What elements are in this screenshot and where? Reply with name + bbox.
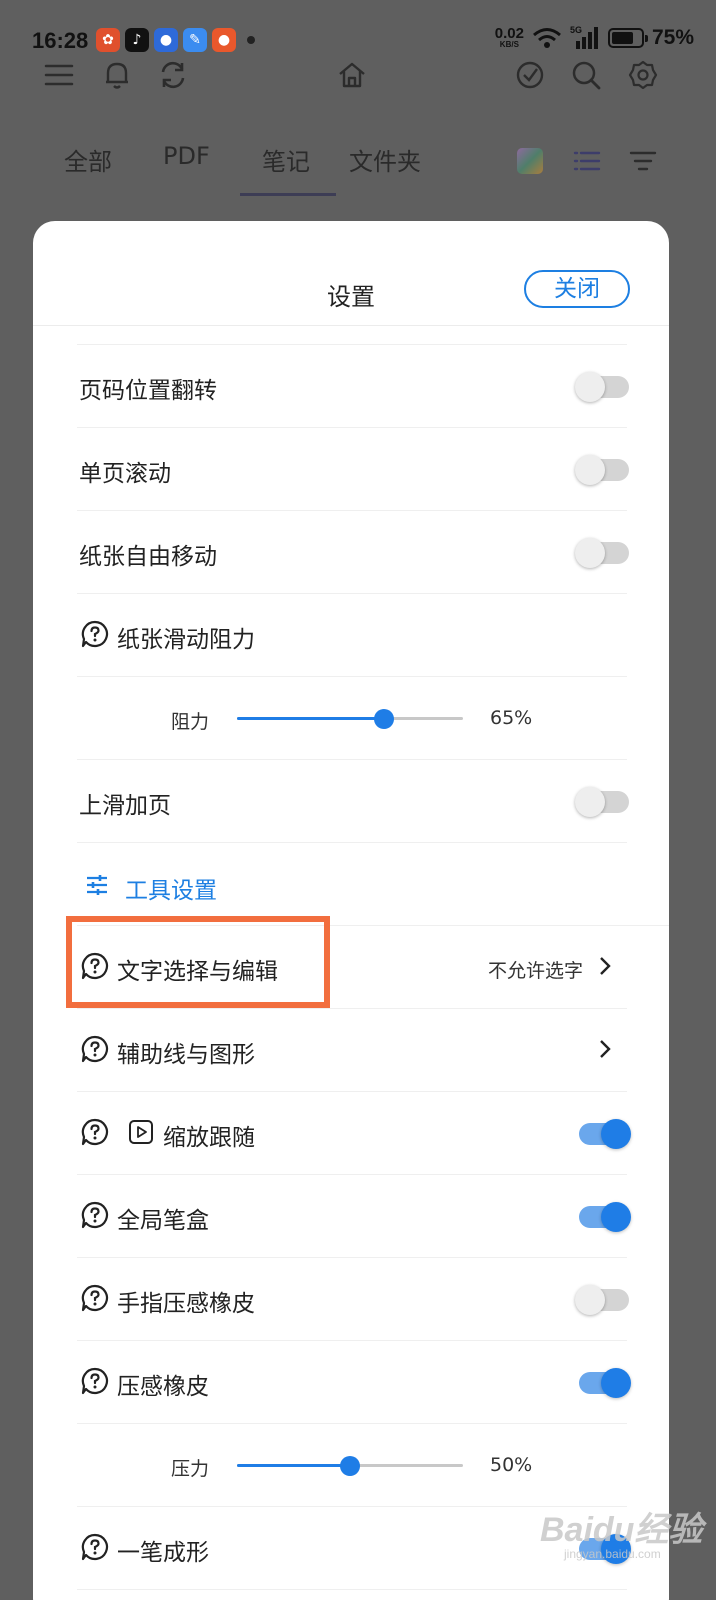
setting-label: 全局笔盒 (117, 1208, 209, 1234)
setting-label: 纸张自由移动 (79, 544, 217, 570)
sort-filter-icon[interactable] (628, 146, 658, 176)
battery-percent: 75% (651, 26, 694, 49)
taobao-icon: ● (212, 28, 236, 52)
zoom-follow-toggle[interactable] (575, 1119, 631, 1149)
help-icon[interactable] (81, 1284, 109, 1312)
slider-fill (237, 1464, 350, 1467)
search-icon[interactable] (569, 58, 603, 92)
setting-global-pen-box[interactable]: 全局笔盒 (77, 1175, 631, 1258)
section-title: 工具设置 (125, 878, 217, 904)
help-icon[interactable] (81, 1118, 109, 1146)
setting-zoom-follow[interactable]: 缩放跟随 (77, 1092, 631, 1175)
more-notifications-icon (247, 36, 255, 44)
setting-swipe-up-add-page[interactable]: 上滑加页 (77, 760, 629, 843)
status-time: 16:28 (32, 28, 89, 53)
settings-dialog: 设置 关闭 页码位置翻转 单页滚动 纸张自由移动 纸张滑动阻力 阻力 65% 上… (33, 221, 669, 1600)
setting-label: 上滑加页 (79, 793, 171, 819)
slider-label: 阻力 (171, 711, 210, 733)
tab-notes[interactable]: 笔记 (262, 142, 310, 177)
network-speed: 0.02 KB/S (494, 24, 524, 49)
dialog-header: 设置 关闭 (33, 221, 669, 326)
color-palette-icon[interactable] (515, 146, 545, 176)
setting-label: 单页滚动 (79, 461, 171, 487)
baidu-watermark: Baidu经验 jingyan.baidu.com (540, 1511, 703, 1561)
resistance-slider-row: 阻力 65% (77, 677, 627, 760)
setting-paper-slide-resistance: 纸张滑动阻力 (77, 594, 627, 677)
finger-pressure-eraser-toggle[interactable] (575, 1285, 631, 1315)
setting-label: 压感橡皮 (117, 1374, 209, 1400)
help-icon[interactable] (81, 1201, 109, 1229)
video-tutorial-icon[interactable] (129, 1120, 153, 1144)
tab-all[interactable]: 全部 (64, 142, 112, 177)
setting-pressure-eraser[interactable]: 压感橡皮 (77, 1341, 631, 1424)
close-button[interactable]: 关闭 (524, 270, 630, 308)
paper-free-move-toggle[interactable] (575, 538, 631, 568)
list-view-icon[interactable] (572, 146, 602, 176)
sliders-icon (87, 875, 107, 895)
setting-label: 页码位置翻转 (79, 378, 217, 404)
active-tab-indicator (240, 193, 336, 196)
battery-icon (607, 28, 648, 48)
setting-guides-shapes[interactable]: 辅助线与图形 (77, 1009, 627, 1092)
setting-page-number-flip[interactable]: 页码位置翻转 (77, 345, 629, 428)
chevron-right-icon (600, 1040, 611, 1058)
tab-folders[interactable]: 文件夹 (349, 142, 421, 177)
slider-thumb[interactable] (373, 709, 394, 729)
setting-value: 不允许选字 (487, 960, 583, 982)
setting-label: 辅助线与图形 (117, 1042, 255, 1068)
home-icon[interactable] (335, 58, 369, 92)
notification-icons: ✿ ♪ ● ✎ ● (96, 28, 255, 52)
page-number-flip-toggle[interactable] (575, 372, 631, 402)
pressure-slider[interactable] (237, 1456, 463, 1476)
tiktok-icon: ♪ (125, 28, 149, 52)
swipe-up-add-page-toggle[interactable] (575, 787, 631, 817)
slider-thumb[interactable] (340, 1456, 360, 1476)
check-circle-icon[interactable] (513, 58, 547, 92)
setting-label: 手指压感橡皮 (117, 1291, 255, 1317)
app-toolbar (0, 52, 716, 102)
help-icon[interactable] (81, 620, 109, 648)
slider-value: 65% (490, 707, 533, 729)
setting-paper-free-move[interactable]: 纸张自由移动 (77, 511, 629, 594)
help-icon[interactable] (81, 1533, 109, 1561)
setting-single-page-scroll[interactable]: 单页滚动 (77, 428, 629, 511)
chevron-right-icon (600, 957, 611, 975)
slider-label: 压力 (171, 1458, 210, 1480)
menu-icon[interactable] (42, 58, 76, 92)
slider-value: 50% (490, 1454, 533, 1476)
help-icon[interactable] (81, 1035, 109, 1063)
pressure-slider-row: 压力 50% (77, 1424, 627, 1507)
single-page-scroll-toggle[interactable] (575, 455, 631, 485)
global-pen-box-toggle[interactable] (575, 1202, 631, 1232)
baidu-icon: ● (154, 28, 178, 52)
section-tool-settings: 工具设置 (77, 843, 669, 926)
setting-label: 缩放跟随 (163, 1125, 255, 1151)
app-notification-icon: ✿ (96, 28, 120, 52)
signal-icon: 5G (570, 25, 600, 49)
notes-app-icon: ✎ (183, 28, 207, 52)
setting-finger-pressure-eraser[interactable]: 手指压感橡皮 (77, 1258, 629, 1341)
setting-label: 一笔成形 (117, 1540, 209, 1566)
gear-icon[interactable] (626, 58, 660, 92)
slider-fill (237, 717, 384, 720)
wifi-icon (533, 28, 561, 48)
pressure-eraser-toggle[interactable] (575, 1368, 631, 1398)
document-tabs: 全部 PDF 笔记 文件夹 (0, 130, 716, 200)
resistance-slider[interactable] (237, 709, 463, 729)
sync-icon[interactable] (156, 58, 190, 92)
tab-pdf[interactable]: PDF (163, 142, 210, 170)
bell-icon[interactable] (100, 58, 134, 92)
help-icon[interactable] (81, 1367, 109, 1395)
setting-label: 纸张滑动阻力 (117, 627, 255, 653)
annotation-highlight-box (66, 916, 330, 1008)
status-right: 0.02 KB/S 5G 75% (494, 24, 694, 50)
